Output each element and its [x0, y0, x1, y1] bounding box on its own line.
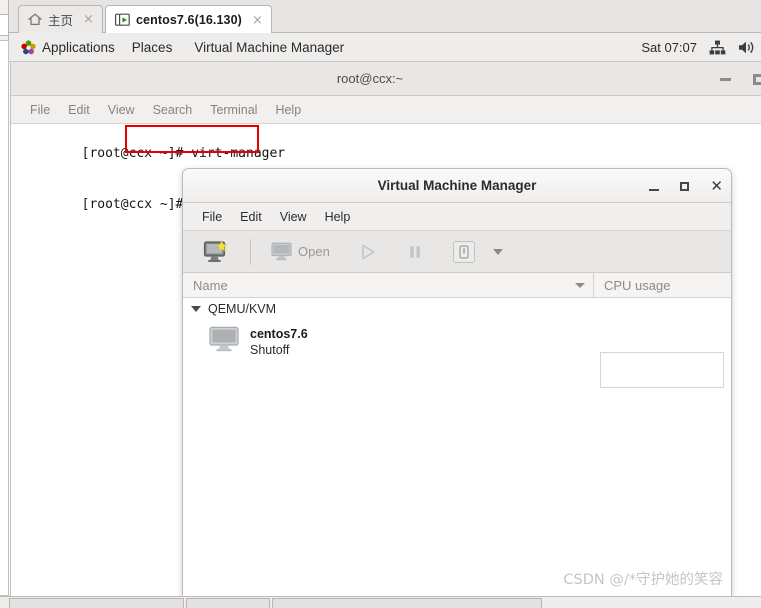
tab-bar: 主页 × centos7.6(16.130) × — [9, 0, 761, 34]
outer-frame-notch-body — [0, 40, 9, 596]
screen: 主页 × centos7.6(16.130) × Applications Pl… — [0, 0, 761, 608]
terminal-prompt: [root@ccx ~]# — [81, 197, 192, 212]
active-window-title[interactable]: Virtual Machine Manager — [183, 33, 355, 62]
vmm-titlebar: Virtual Machine Manager ✕ — [183, 169, 731, 203]
tab-home-label: 主页 — [48, 14, 74, 28]
pause-icon[interactable] — [399, 240, 431, 264]
monitor-icon — [209, 326, 239, 358]
open-button-label: Open — [298, 244, 330, 259]
play-icon[interactable] — [351, 240, 385, 264]
taskbar-item[interactable] — [9, 598, 184, 608]
new-virtual-machine-icon[interactable] — [195, 237, 237, 267]
vmm-menubar: File Edit View Help — [183, 203, 731, 231]
vmm-menu-view[interactable]: View — [271, 210, 316, 224]
applications-menu[interactable]: Applications — [19, 33, 121, 62]
bottom-taskbar — [0, 596, 761, 608]
terminal-menu-terminal[interactable]: Terminal — [201, 103, 266, 117]
terminal-menu-file[interactable]: File — [21, 103, 59, 117]
terminal-menu-help[interactable]: Help — [266, 103, 310, 117]
tab-centos-close-icon[interactable]: × — [252, 14, 263, 27]
network-wired-icon[interactable] — [709, 40, 726, 55]
vmm-toolbar: Open — [183, 231, 731, 273]
vm-cpu-usage-graph — [600, 352, 724, 388]
vmm-menu-edit[interactable]: Edit — [231, 210, 271, 224]
vmm-close-icon[interactable]: ✕ — [710, 178, 723, 194]
terminal-menu-search[interactable]: Search — [144, 103, 202, 117]
outer-frame-notch-top — [0, 14, 9, 36]
chevron-down-icon[interactable] — [492, 248, 503, 255]
terminal-menu-view[interactable]: View — [99, 103, 144, 117]
column-header-name-label: Name — [193, 277, 228, 293]
taskbar-item[interactable] — [272, 598, 542, 608]
home-icon — [28, 13, 42, 26]
vm-console-icon — [115, 13, 130, 27]
taskbar-item[interactable] — [186, 598, 270, 608]
tab-home[interactable]: 主页 × — [18, 5, 103, 33]
gnome-activities-icon — [21, 39, 36, 55]
gnome-top-panel: Applications Places Virtual Machine Mana… — [9, 33, 761, 62]
terminal-menubar: File Edit View Search Terminal Help — [11, 96, 761, 124]
triangle-down-icon[interactable] — [191, 306, 201, 312]
terminal-minimize-icon[interactable] — [720, 77, 731, 81]
vm-list[interactable]: QEMU/KVM centos7.6 Shutoff CSDN @/*守护她的笑… — [183, 298, 731, 596]
tab-centos-console[interactable]: centos7.6(16.130) × — [105, 5, 272, 34]
virtual-machine-manager-window: Virtual Machine Manager ✕ File Edit View… — [182, 168, 732, 598]
toolbar-separator — [250, 238, 251, 265]
terminal-maximize-icon[interactable] — [753, 73, 761, 85]
tab-home-close-icon[interactable]: × — [83, 13, 94, 26]
vm-state: Shutoff — [250, 343, 290, 357]
vmm-maximize-icon[interactable] — [680, 181, 690, 191]
vmm-minimize-icon[interactable] — [649, 188, 660, 191]
vm-name: centos7.6 — [250, 327, 308, 341]
open-button[interactable]: Open — [264, 240, 337, 263]
terminal-title: root@ccx:~ — [336, 71, 404, 86]
column-header-name[interactable]: Name — [183, 273, 594, 297]
panel-clock[interactable]: Sat 07:07 — [641, 40, 697, 55]
sort-descending-icon[interactable] — [575, 282, 585, 288]
tab-centos-label: centos7.6(16.130) — [136, 13, 242, 27]
volume-speaker-icon[interactable] — [738, 40, 754, 55]
vmm-menu-help[interactable]: Help — [316, 210, 360, 224]
vmm-menu-file[interactable]: File — [193, 210, 231, 224]
terminal-command: virt-manager — [191, 146, 286, 161]
shutdown-button[interactable] — [445, 238, 483, 266]
connection-row-qemu-kvm[interactable]: QEMU/KVM — [183, 298, 731, 320]
connection-label: QEMU/KVM — [208, 302, 277, 316]
terminal-menu-edit[interactable]: Edit — [59, 103, 99, 117]
power-shutdown-icon — [452, 240, 475, 263]
applications-menu-label: Applications — [42, 39, 115, 55]
watermark-text: CSDN @/*守护她的笑容 — [563, 572, 723, 588]
terminal-prompt: [root@ccx ~]# — [81, 146, 192, 161]
vmm-title: Virtual Machine Manager — [377, 178, 537, 193]
column-header-cpu-usage[interactable]: CPU usage — [594, 278, 670, 293]
monitor-icon — [271, 242, 292, 261]
vmm-column-headers: Name CPU usage — [183, 273, 731, 298]
terminal-titlebar: root@ccx:~ — [11, 62, 761, 96]
places-menu[interactable]: Places — [121, 33, 184, 62]
